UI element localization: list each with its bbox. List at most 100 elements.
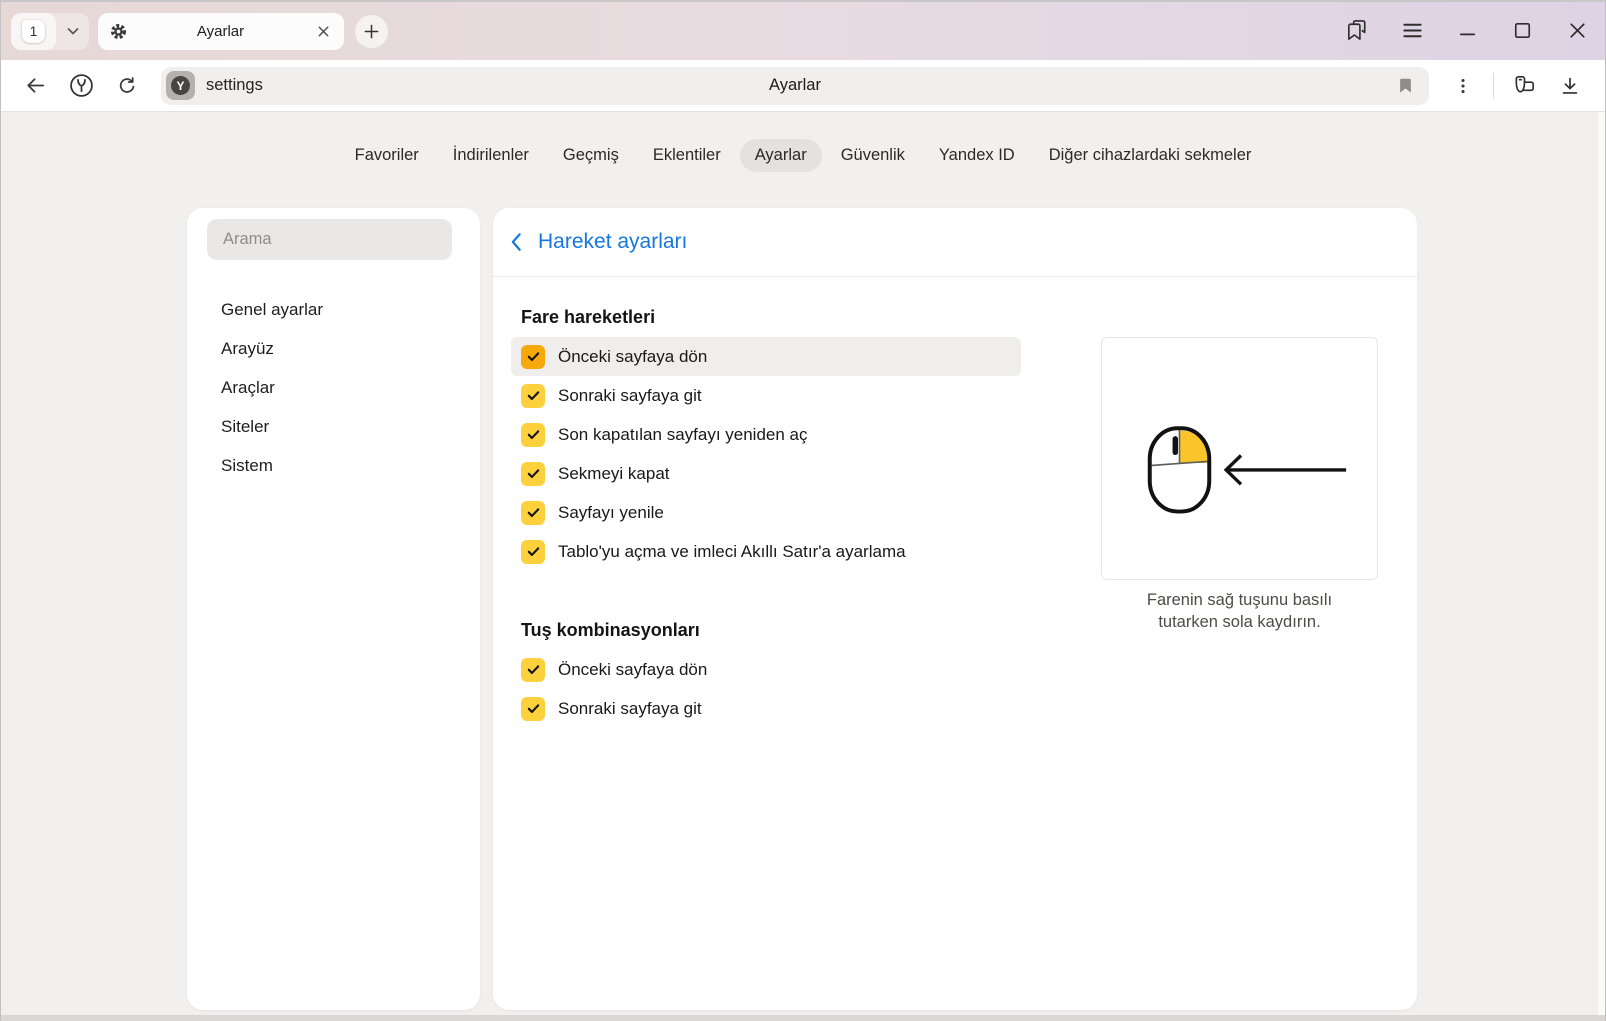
nav-tab-ayarlar[interactable]: Ayarlar (740, 139, 822, 172)
settings-nav-tabs: FavorilerİndirilenlerGeçmişEklentilerAya… (1, 112, 1605, 172)
illustration-caption: Farenin sağ tuşunu basılı tutarken sola … (1132, 589, 1347, 633)
settings-gear-icon (109, 22, 128, 41)
section-heading-fare-hareketleri: Fare hareketleri (521, 306, 1417, 328)
gesture-label: Tablo'yu açma ve imleci Akıllı Satır'a a… (558, 542, 906, 562)
gesture-row-önceki-sayfaya-dön[interactable]: Önceki sayfaya dön (511, 337, 1021, 376)
toolbar: Y settings Ayarlar (1, 60, 1605, 112)
sidebar-item-genel-ayarlar[interactable]: Genel ayarlar (187, 290, 480, 329)
page-title[interactable]: Hareket ayarları (538, 230, 687, 254)
settings-page: FavorilerİndirilenlerGeçmişEklentilerAya… (1, 112, 1605, 1021)
gesture-row-sonraki-sayfaya-git[interactable]: Sonraki sayfaya git (511, 689, 1021, 728)
checkbox-checked[interactable] (521, 540, 545, 564)
gesture-label: Son kapatılan sayfayı yeniden aç (558, 425, 808, 445)
extensions-button[interactable] (1504, 68, 1544, 104)
tag-cards-icon (1512, 73, 1537, 98)
url-text: settings (206, 76, 263, 95)
card-header: Hareket ayarları (493, 208, 1417, 277)
plus-icon (363, 23, 380, 40)
address-bar-page-title: Ayarlar (161, 76, 1429, 95)
nav-tab-diğer-cihazlardaki-sekmeler[interactable]: Diğer cihazlardaki sekmeler (1034, 139, 1267, 172)
tab-close-icon[interactable] (313, 21, 333, 41)
checkmark-icon (526, 701, 541, 716)
window-controls (1330, 1, 1605, 61)
back-to-settings-button[interactable] (501, 227, 531, 257)
close-window-button[interactable] (1550, 1, 1605, 59)
gesture-row-sonraki-sayfaya-git[interactable]: Sonraki sayfaya git (511, 376, 1021, 415)
nav-tab-eklentiler[interactable]: Eklentiler (638, 139, 736, 172)
nav-tab-i-ndirilenler[interactable]: İndirilenler (438, 139, 544, 172)
tab-count-badge: 1 (22, 20, 45, 43)
checkmark-icon (526, 388, 541, 403)
tab-count-segment[interactable]: 1 (11, 13, 56, 50)
gesture-label: Sonraki sayfaya git (558, 386, 702, 406)
checkmark-icon (526, 427, 541, 442)
checkmark-icon (526, 466, 541, 481)
close-icon (1565, 18, 1590, 43)
checkbox-checked[interactable] (521, 423, 545, 447)
browser-menu-button[interactable] (1385, 1, 1440, 59)
checkbox-checked[interactable] (521, 658, 545, 682)
menu-icon (1400, 18, 1425, 43)
toolbar-divider (1493, 73, 1494, 99)
tab-counter-button[interactable]: 1 (11, 13, 89, 50)
checkbox-checked[interactable] (521, 384, 545, 408)
gesture-label: Sayfayı yenile (558, 503, 664, 523)
download-icon (1558, 74, 1582, 98)
browser-window: 1 Ayarlar (0, 0, 1606, 1021)
scrollbar-track[interactable] (1598, 112, 1605, 1015)
kebab-menu-icon (1452, 75, 1474, 97)
nav-tab-favoriler[interactable]: Favoriler (340, 139, 434, 172)
gesture-row-son-kapatılan-sayfayı-yeniden-aç[interactable]: Son kapatılan sayfayı yeniden aç (511, 415, 1021, 454)
window-bottom-edge (1, 1015, 1605, 1021)
bookmark-filled-icon[interactable] (1396, 76, 1415, 95)
back-arrow-icon (24, 74, 47, 97)
new-tab-button[interactable] (355, 15, 388, 48)
gesture-row-sekmeyi-kapat[interactable]: Sekmeyi kapat (511, 454, 1021, 493)
gesture-label: Sekmeyi kapat (558, 464, 670, 484)
sidebar-item-sistem[interactable]: Sistem (187, 446, 480, 485)
nav-tab-yandex-id[interactable]: Yandex ID (924, 139, 1030, 172)
gesture-row-tablo-yu-açma-ve-imleci-akıllı-satır-a-ayarlama[interactable]: Tablo'yu açma ve imleci Akıllı Satır'a a… (511, 532, 1021, 571)
sidebar-item-siteler[interactable]: Siteler (187, 407, 480, 446)
checkmark-icon (526, 662, 541, 677)
nav-tab-geçmiş[interactable]: Geçmiş (548, 139, 634, 172)
gesture-label: Sonraki sayfaya git (558, 699, 702, 719)
maximize-button[interactable] (1495, 1, 1550, 59)
tab-strip: 1 Ayarlar (1, 0, 1605, 60)
search-input[interactable] (207, 219, 452, 260)
page-actions-button[interactable] (1443, 68, 1483, 104)
checkmark-icon (526, 505, 541, 520)
chevron-left-icon (510, 232, 523, 252)
sidebar-item-araçlar[interactable]: Araçlar (187, 368, 480, 407)
checkbox-checked[interactable] (521, 345, 545, 369)
yandex-logo-icon (69, 73, 94, 98)
chevron-down-icon[interactable] (56, 23, 89, 39)
sidebar-item-arayüz[interactable]: Arayüz (187, 329, 480, 368)
maximize-icon (1510, 18, 1535, 43)
address-bar[interactable]: Y settings Ayarlar (161, 67, 1429, 105)
back-button[interactable] (15, 68, 55, 104)
gesture-row-sayfayı-yenile[interactable]: Sayfayı yenile (511, 493, 1021, 532)
bookmarks-panel-button[interactable] (1330, 1, 1385, 59)
bookmarks-panel-icon (1345, 18, 1370, 43)
card-body: Fare hareketleri Önceki sayfaya dön Sonrak… (493, 277, 1417, 1009)
gesture-label: Önceki sayfaya dön (558, 347, 707, 367)
nav-tab-güvenlik[interactable]: Güvenlik (826, 139, 920, 172)
reload-icon (116, 75, 138, 97)
tab-ayarlar[interactable]: Ayarlar (98, 13, 344, 50)
checkbox-checked[interactable] (521, 462, 545, 486)
sidebar-list: Genel ayarlarArayüzAraçlarSitelerSistem (187, 290, 480, 485)
minimize-button[interactable] (1440, 1, 1495, 59)
mouse-gesture-illustration (1101, 337, 1378, 580)
gesture-row-önceki-sayfaya-dön[interactable]: Önceki sayfaya dön (511, 650, 1021, 689)
checkmark-icon (526, 349, 541, 364)
reload-button[interactable] (107, 68, 147, 104)
minimize-icon (1455, 18, 1480, 43)
downloads-button[interactable] (1550, 68, 1590, 104)
gesture-label: Önceki sayfaya dön (558, 660, 707, 680)
yandex-home-button[interactable] (61, 68, 101, 104)
checkbox-checked[interactable] (521, 697, 545, 721)
settings-sidebar: Genel ayarlarArayüzAraçlarSitelerSistem (187, 208, 480, 1010)
gesture-settings-card: Hareket ayarları Fare hareketleri Önceki … (493, 208, 1417, 1010)
checkbox-checked[interactable] (521, 501, 545, 525)
